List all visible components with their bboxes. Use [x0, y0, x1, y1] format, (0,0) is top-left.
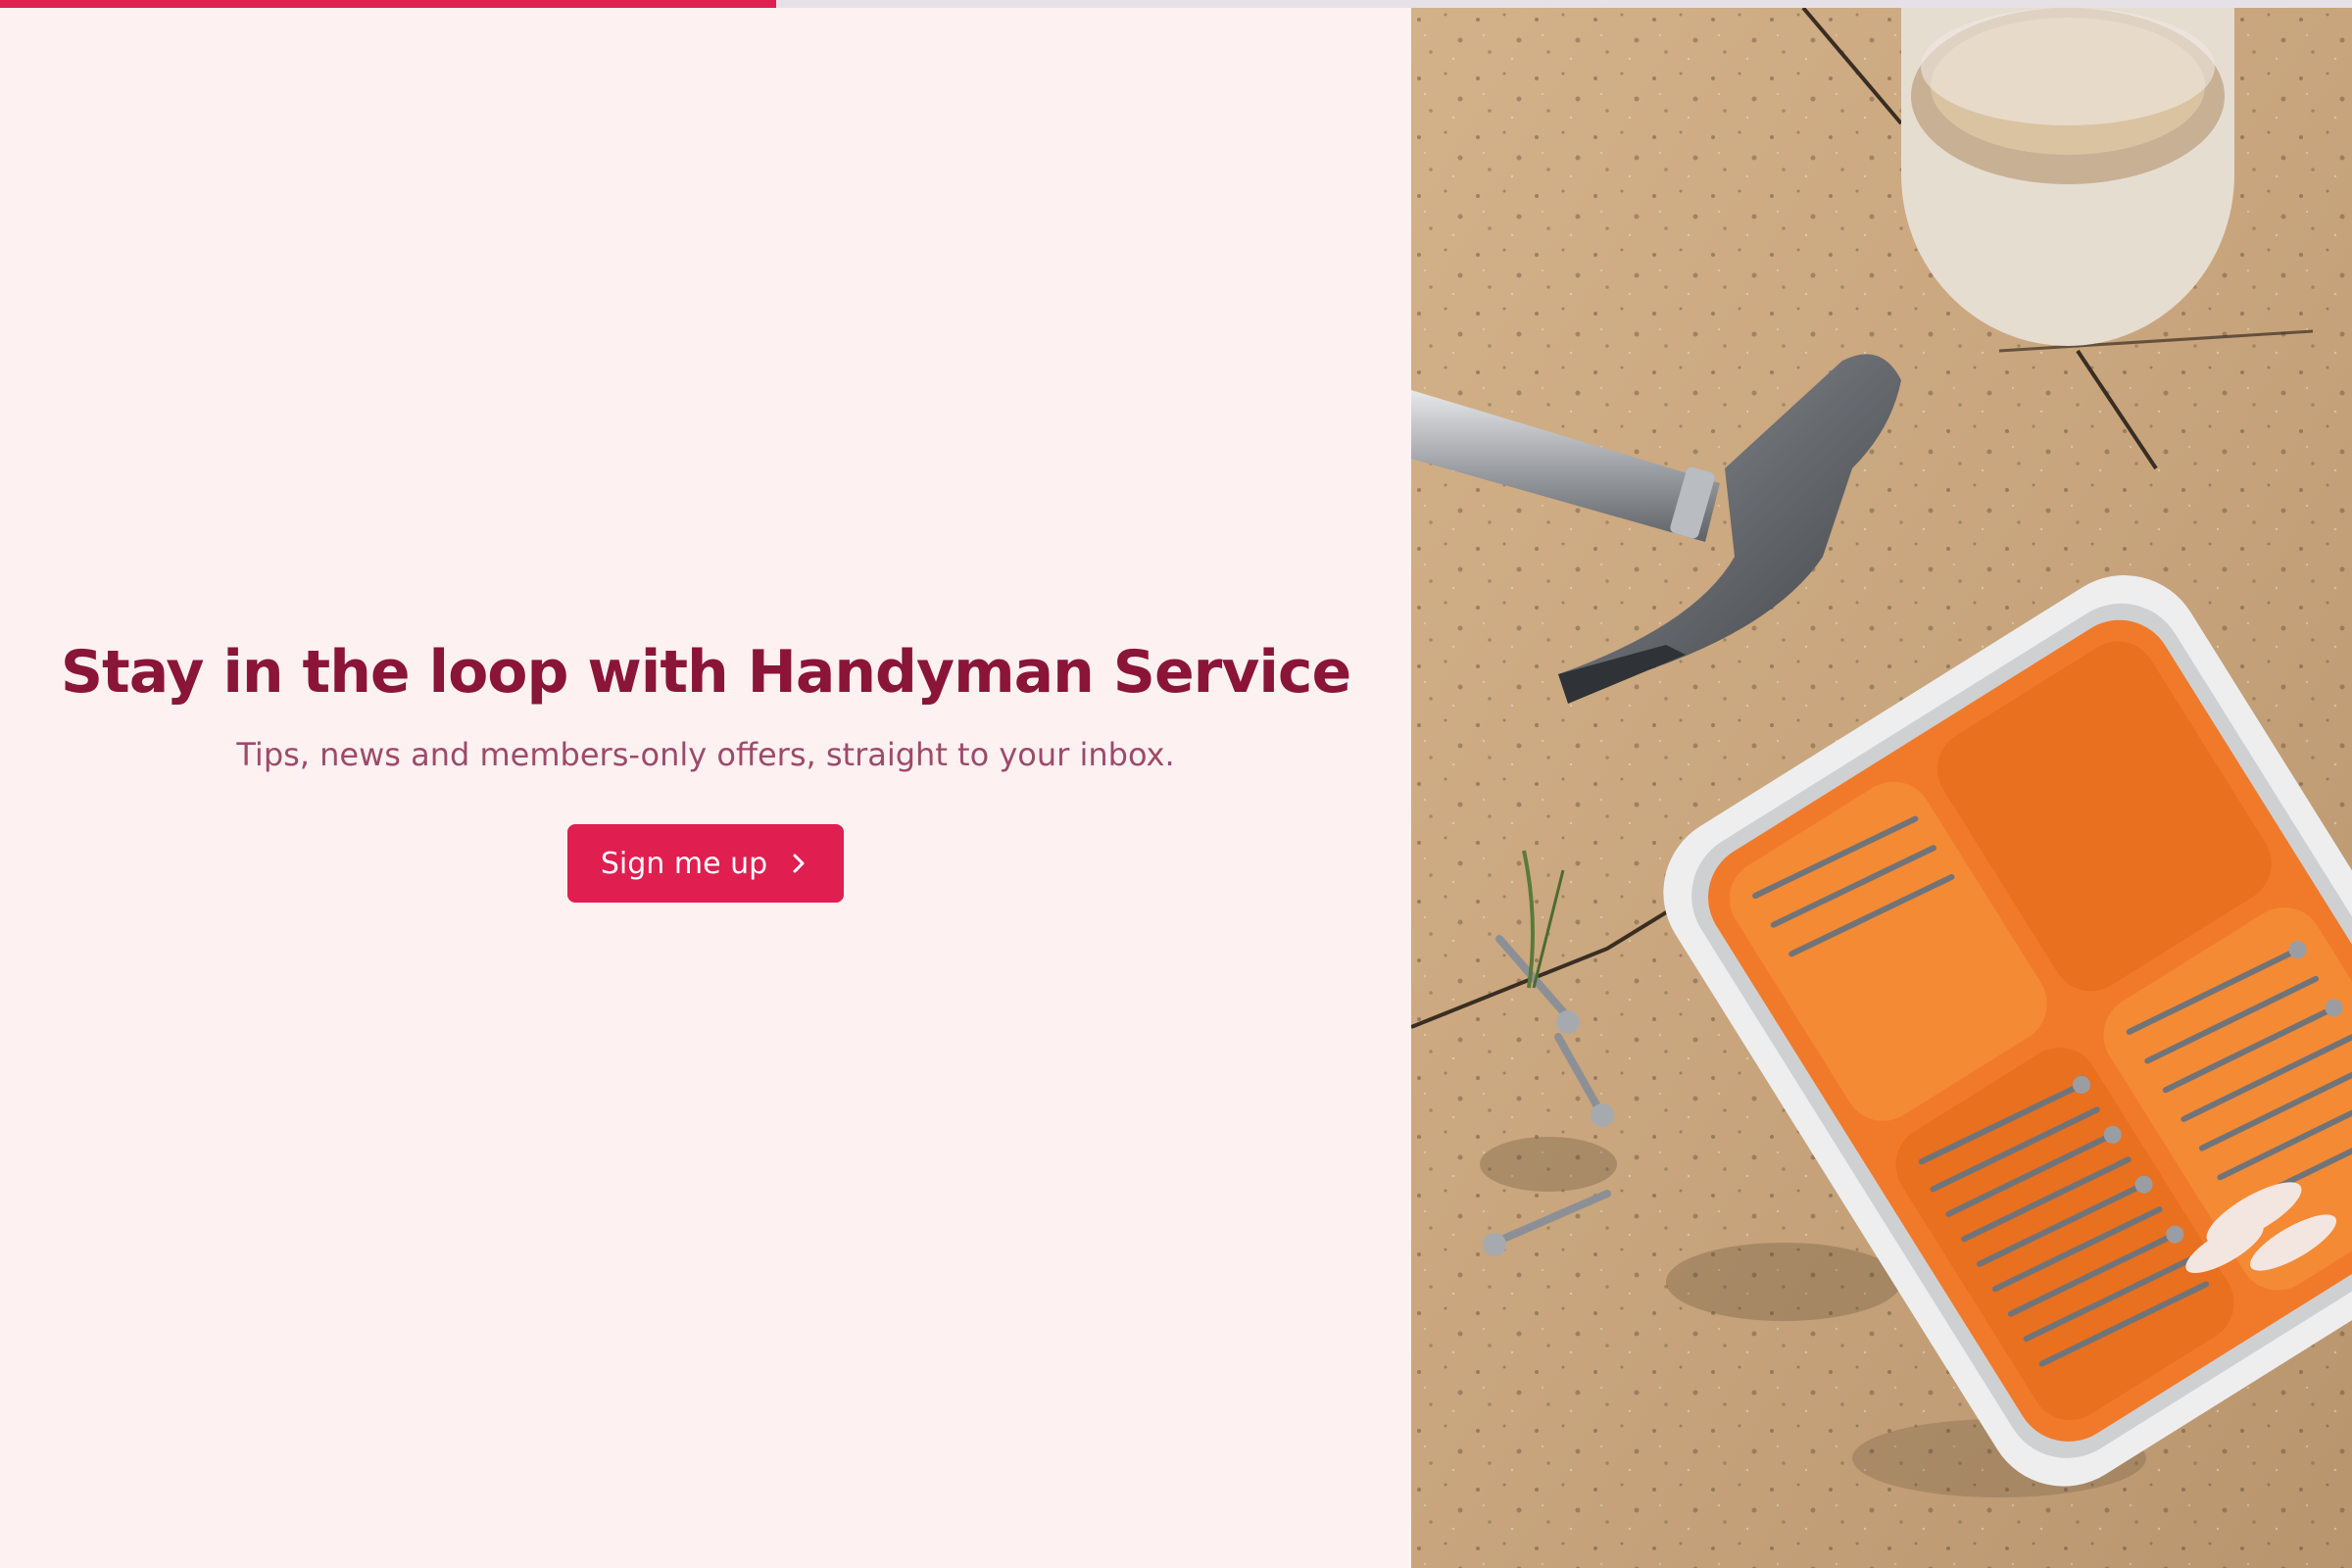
- progress-bar: [0, 0, 2352, 8]
- progress-bar-fill: [0, 0, 776, 8]
- signup-panel: Stay in the loop with Handyman Service T…: [0, 8, 1411, 1568]
- page-subtitle: Tips, news and members-only offers, stra…: [236, 736, 1175, 773]
- signup-content: Stay in the loop with Handyman Service T…: [60, 638, 1351, 903]
- chevron-right-icon: [791, 852, 807, 875]
- sign-up-button-label: Sign me up: [600, 846, 768, 881]
- page-title: Stay in the loop with Handyman Service: [60, 638, 1351, 707]
- hero-image: [1411, 8, 2352, 1568]
- sign-up-button[interactable]: Sign me up: [566, 824, 845, 903]
